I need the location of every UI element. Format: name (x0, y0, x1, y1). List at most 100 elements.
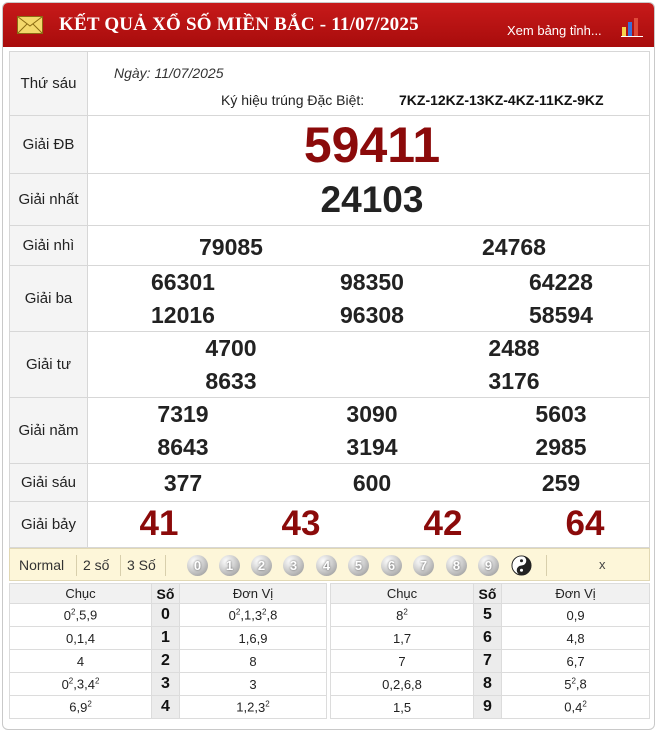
loto-cell-donvi: 4,8 (501, 626, 650, 650)
prize-number: 64228 (529, 269, 593, 295)
prize-number: 79085 (199, 234, 263, 260)
prize-row-g7: Giải bảy 41 43 42 64 (9, 501, 650, 548)
prize-number: 4700 (205, 335, 257, 361)
loto-digit: 32 (254, 607, 267, 623)
filter-3-digits-button[interactable]: 3 Số (127, 557, 156, 573)
loto-cell-chuc: 02,5,9 (9, 603, 152, 627)
digit-3-button[interactable]: 3 (283, 555, 304, 576)
digit-7-button[interactable]: 7 (413, 555, 434, 576)
loto-right-body: 82 5 0,9 1,7 6 4,8 7 7 6,7 0,2,6,8 8 52,8 1,5 9 0,42 (330, 603, 650, 719)
prize-row-g1: Giải nhất 24103 (9, 173, 650, 226)
divider (165, 555, 166, 576)
prize-label: Giải nhì (9, 225, 88, 266)
loto-digit: 02 (63, 607, 76, 623)
loto-row: 1,5 9 0,42 (330, 695, 650, 719)
loto-digit: 1 (243, 607, 252, 623)
yin-yang-icon[interactable] (511, 555, 532, 576)
prize-numbers: 41 43 42 64 (87, 501, 650, 548)
loto-digit: 8 (579, 676, 587, 692)
prize-number: 12016 (151, 302, 215, 328)
loto-cell-chuc: 0,2,6,8 (330, 672, 474, 696)
digit-5-button[interactable]: 5 (348, 555, 369, 576)
prize-label: Giải nhất (9, 173, 88, 226)
filter-normal-button[interactable]: Normal (19, 557, 64, 573)
col-header-so: Số (151, 583, 180, 604)
loto-digit: 8 (414, 676, 422, 692)
count-superscript: 2 (403, 607, 408, 617)
loto-row: 02,3,42 3 3 (9, 672, 327, 696)
loto-digit: 6 (249, 630, 257, 646)
prize-numbers: 4700 2488 8633 3176 (87, 331, 650, 398)
loto-digit: 1 (236, 699, 244, 715)
loto-cell-so: 5 (473, 603, 502, 627)
loto-cell-donvi: 02,1,32,8 (179, 603, 327, 627)
loto-digit: 9 (260, 630, 268, 646)
loto-row: 7 7 6,7 (330, 649, 650, 673)
prize-number: 24768 (482, 234, 546, 260)
digit-8-button[interactable]: 8 (446, 555, 467, 576)
divider (76, 555, 77, 576)
loto-digit: 0 (564, 699, 572, 715)
page-title: KẾT QUẢ XỔ SỐ MIỀN BẮC - 11/07/2025 (59, 14, 419, 35)
prize-label: Giải ba (9, 265, 88, 332)
prize-number: 8633 (205, 368, 257, 394)
view-provinces-link[interactable]: Xem bảng tỉnh... (507, 23, 602, 38)
prize-numbers: 24103 (87, 173, 650, 226)
loto-digit: 5 (403, 699, 412, 715)
loto-cell-so: 0 (151, 603, 180, 627)
prize-number: 42 (423, 504, 463, 543)
loto-digit: 4 (566, 630, 574, 646)
col-header-so: Số (473, 583, 502, 604)
loto-digit: 8 (577, 630, 585, 646)
prize-numbers: 7319 3090 5603 8643 3194 2985 (87, 397, 650, 464)
digit-1-button[interactable]: 1 (219, 555, 240, 576)
loto-cell-so: 8 (473, 672, 502, 696)
loto-digit: 1 (238, 630, 246, 646)
col-header-donvi: Đơn Vị (501, 583, 650, 604)
loto-cell-so: 3 (151, 672, 180, 696)
digit-6-button[interactable]: 6 (381, 555, 402, 576)
prize-numbers: 79085 24768 (87, 225, 650, 266)
count-superscript: 2 (262, 607, 267, 617)
info-cell: Ngày: 11/07/2025 Ký hiệu trúng Đặc Biệt:… (87, 51, 650, 116)
prize-number: 3090 (346, 401, 398, 427)
special-symbol-value: 7KZ-12KZ-13KZ-4KZ-11KZ-9KZ (399, 92, 604, 108)
prize-row-g2: Giải nhì 79085 24768 (9, 225, 650, 266)
loto-digit: 9 (577, 607, 585, 623)
digit-2-button[interactable]: 2 (251, 555, 272, 576)
digit-9-button[interactable]: 9 (478, 555, 499, 576)
prize-label: Giải tư (9, 331, 88, 398)
prize-number: 259 (541, 470, 581, 496)
digit-0-button[interactable]: 0 (187, 555, 208, 576)
loto-cell-chuc: 1,5 (330, 695, 474, 719)
prize-number: 41 (139, 504, 179, 543)
prize-number: 8643 (157, 434, 209, 460)
prize-number: 66301 (151, 269, 215, 295)
loto-cell-chuc: 02,3,42 (9, 672, 152, 696)
col-header-donvi: Đơn Vị (179, 583, 327, 604)
loto-row: 82 5 0,9 (330, 603, 650, 627)
loto-table-right: Chục Số Đơn Vị 82 5 0,9 1,7 6 4,8 7 7 6,7 0,2,6,8… (330, 583, 650, 719)
prize-number: 2985 (535, 434, 587, 460)
filter-bar: Normal 2 số 3 Số 0 1 2 3 4 5 6 7 8 9 x (9, 548, 650, 581)
special-symbol-label: Ký hiệu trúng Đặc Biệt: (221, 92, 365, 108)
digit-4-button[interactable]: 4 (316, 555, 337, 576)
loto-cell-so: 6 (473, 626, 502, 650)
bar-chart-icon[interactable] (621, 17, 643, 37)
filter-2-digits-button[interactable]: 2 số (83, 557, 109, 573)
loto-digit: 7 (403, 630, 412, 646)
loto-cell-donvi: 1,6,9 (179, 626, 327, 650)
loto-digit: 32 (258, 699, 270, 715)
loto-digit: 3 (249, 676, 257, 692)
divider (120, 555, 121, 576)
count-superscript: 2 (265, 699, 270, 709)
close-filter-button[interactable]: x (599, 557, 606, 572)
prize-number: 7319 (157, 401, 209, 427)
draw-date: Ngày: 11/07/2025 (114, 65, 224, 81)
prize-number: 98350 (340, 269, 404, 295)
prize-number: 3176 (488, 368, 540, 394)
prize-label: Giải bảy (9, 501, 88, 548)
loto-cell-chuc: 7 (330, 649, 474, 673)
results-table: Thứ sáu Ngày: 11/07/2025 Ký hiệu trúng Đ… (9, 51, 650, 548)
prize-numbers: 59411 (87, 115, 650, 174)
